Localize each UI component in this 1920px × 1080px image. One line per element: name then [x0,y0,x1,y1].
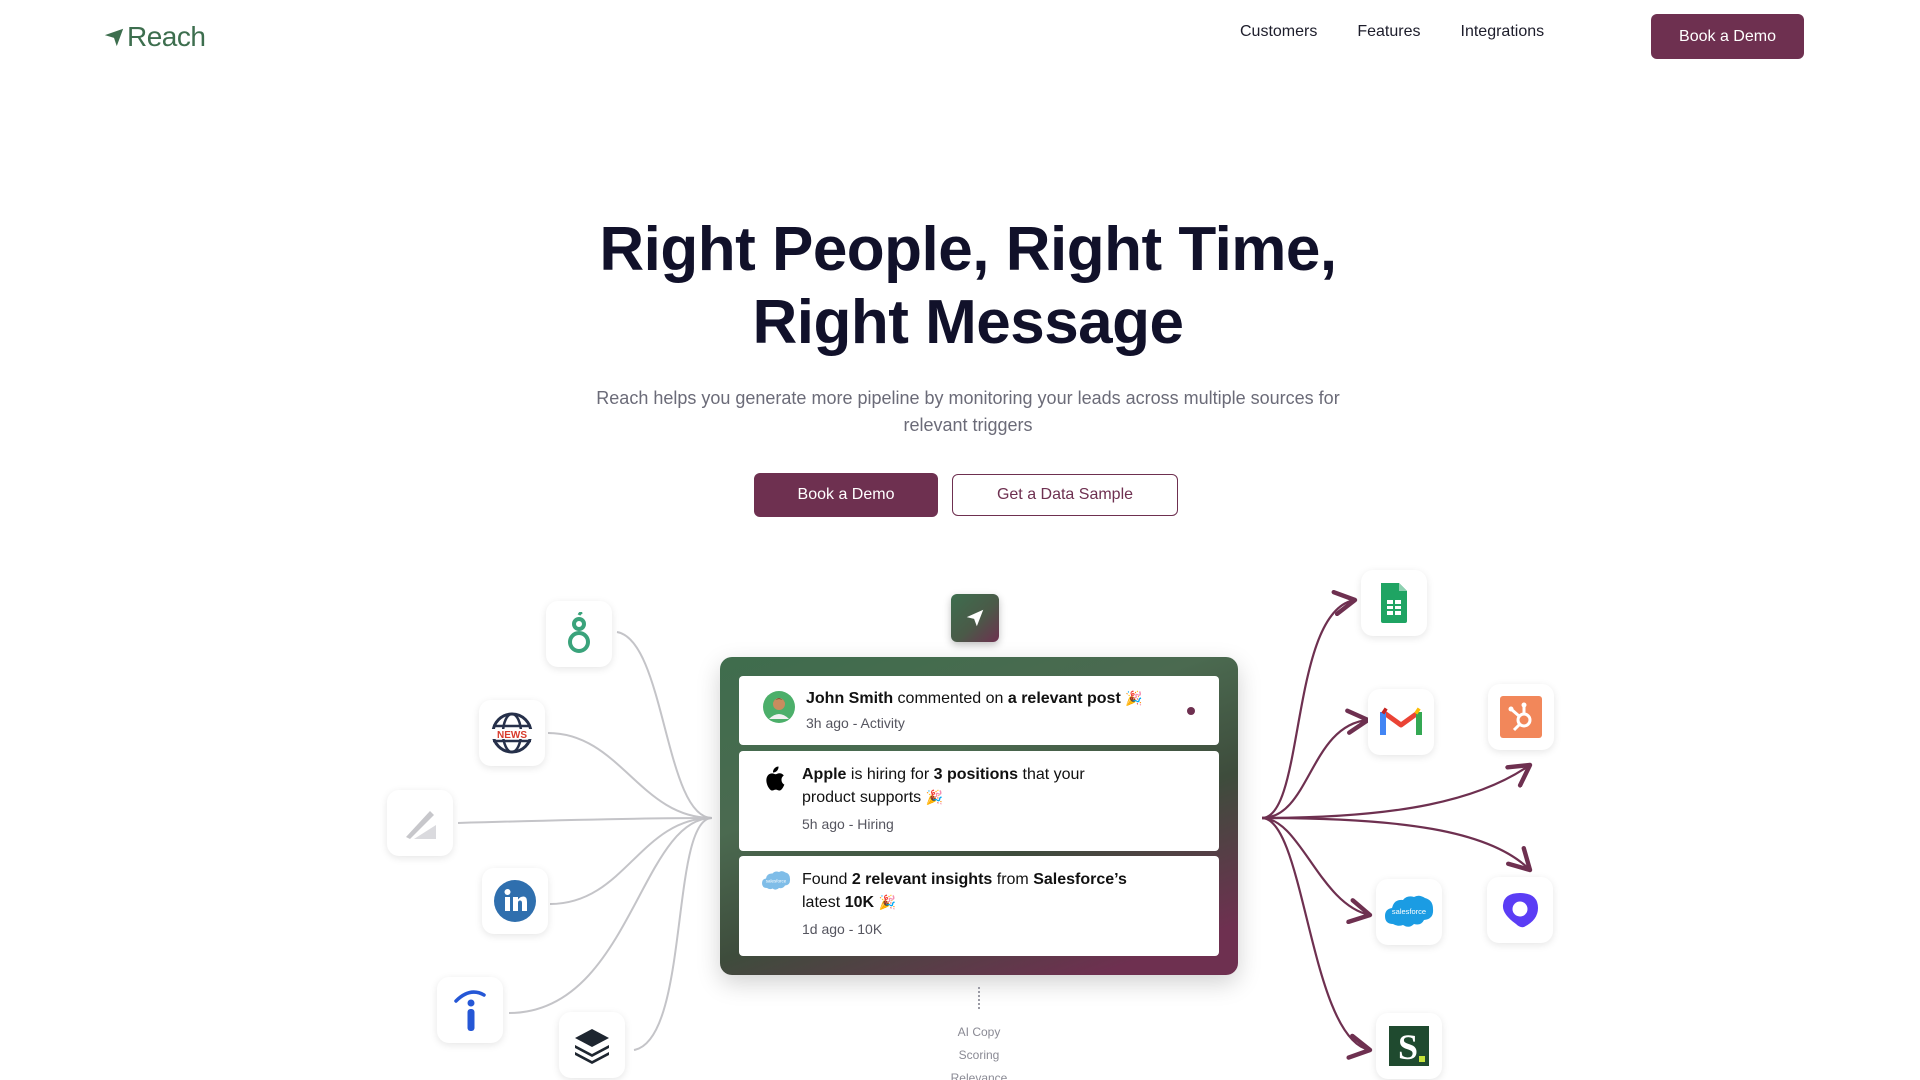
destination-google-sheets [1361,570,1427,636]
feed-card-headline: John Smith commented on a relevant post … [806,687,1186,710]
feed-card-meta: 3h ago - Activity [806,715,905,731]
destination-salesloft: S [1376,1013,1442,1079]
feed-card-meta: 5h ago - Hiring [802,816,894,832]
indeed-icon [454,990,486,1031]
salesforce-cloud-icon: salesforce [762,871,791,890]
company-name: Salesforce’s [1033,871,1127,888]
feed-card-10k: salesforce Found 2 relevant insights fro… [739,856,1219,956]
get-data-sample-button[interactable]: Get a Data Sample [952,474,1178,516]
svg-text:S: S [1398,1027,1418,1066]
google-sheets-icon [1381,583,1407,623]
linkedin-icon [494,880,536,922]
destination-outreach [1487,877,1553,943]
source-pen-tool [387,790,453,856]
hubspot-icon [1500,696,1542,738]
salesloft-icon: S [1389,1026,1429,1066]
feed-text-rest: latest [802,894,845,911]
hero-subtitle: Reach helps you generate more pipeline b… [596,388,1340,435]
nav-book-demo-button[interactable]: Book a Demo [1651,14,1804,59]
feed-highlight: 3 positions [933,766,1019,783]
hero-title-line2: Right Message [752,288,1184,357]
destination-hubspot [1488,684,1554,750]
hero-title-line1: Right People, Right Time, [599,215,1337,284]
feed-card-headline: Apple is hiring for 3 positions that you… [802,764,1142,809]
feed-card-activity: John Smith commented on a relevant post … [739,676,1219,745]
feed-text: is hiring for [846,766,934,783]
destination-salesforce: salesforce [1376,879,1442,945]
svg-text:salesforce: salesforce [1392,907,1426,916]
paper-plane-icon [966,609,984,627]
nav-link-features[interactable]: Features [1357,23,1420,41]
top-nav: Reach Customers Features Integrations Bo… [0,0,1920,72]
apple-logo-icon [766,766,785,791]
source-stack [559,1012,625,1078]
source-news: NEWS [479,700,545,766]
reach-center-icon [951,594,999,642]
nav-link-integrations[interactable]: Integrations [1461,23,1545,41]
feed-highlight: 2 relevant insights [851,871,993,888]
source-greenhouse [546,601,612,667]
gmail-icon [1380,707,1422,735]
hero-title: Right People, Right Time, Right Message [0,213,1920,359]
dotted-connector [978,987,980,1009]
ai-feature-copy: AI Copy [957,1025,1001,1039]
feed-highlight-2: 10K [844,894,875,911]
company-name: Apple [802,766,847,783]
ai-features-list: AI Copy Scoring Relevance [930,1021,1028,1080]
unread-dot [1187,707,1195,715]
destination-arrows [1261,590,1533,1060]
feed-card-hiring: Apple is hiring for 3 positions that you… [739,751,1219,851]
pen-icon [406,811,436,839]
ai-feature-scoring: Scoring [958,1048,1000,1062]
reach-logo[interactable]: Reach [103,21,206,53]
feed-card-text: Apple is hiring for 3 positions that you… [802,764,1142,833]
destination-gmail [1368,689,1434,755]
svg-text:salesforce: salesforce [766,879,787,884]
salesforce-icon: salesforce [1385,895,1434,927]
source-indeed [437,977,503,1043]
paper-plane-logo-icon [104,28,124,47]
party-emoji: 🎉 [1125,690,1143,706]
ai-feature-relevance: Relevance [950,1071,1008,1080]
stack-icon [575,1029,609,1064]
feed-card-text: Found 2 relevant insights from Salesforc… [802,869,1142,938]
feed-card-text: John Smith commented on a relevant post … [806,687,1186,732]
feed-text-lead: Found [802,871,852,888]
feed-text: commented on [893,690,1008,707]
party-emoji: 🎉 [878,894,896,910]
feed-text: from [992,871,1034,888]
party-emoji: 🎉 [925,789,944,805]
logo-text: Reach [127,21,206,52]
feed-highlight: a relevant post [1007,690,1121,707]
nav-links: Customers Features Integrations [1240,23,1544,41]
activity-feed: John Smith commented on a relevant post … [720,657,1238,975]
nav-link-customers[interactable]: Customers [1240,23,1317,41]
greenhouse-icon [568,612,590,653]
person-name: John Smith [806,690,894,707]
outreach-icon [1502,893,1538,928]
avatar [763,691,795,723]
svg-text:NEWS: NEWS [497,730,527,741]
source-linkedin [482,868,548,934]
feed-card-headline: Found 2 relevant insights from Salesforc… [802,869,1142,914]
hero-book-demo-button[interactable]: Book a Demo [754,473,938,517]
feed-card-meta: 1d ago - 10K [802,921,883,937]
news-icon: NEWS [491,712,533,754]
